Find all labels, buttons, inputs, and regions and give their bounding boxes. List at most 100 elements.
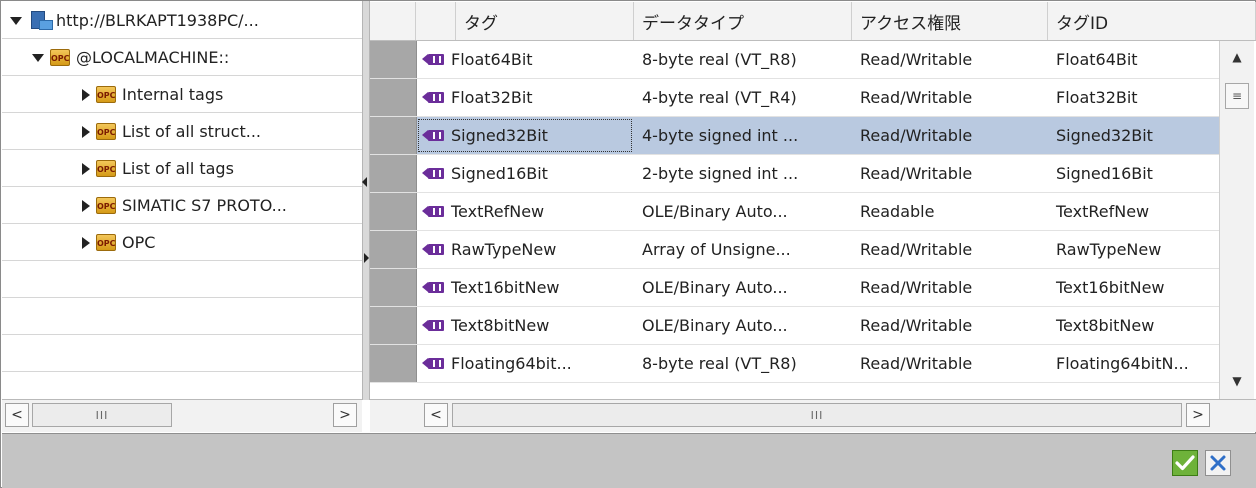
expand-arrow-icon[interactable] — [32, 53, 44, 62]
scroll-up-button[interactable]: ▲ — [1225, 45, 1249, 69]
cell-data-type[interactable]: 8-byte real (VT_R8) — [634, 41, 852, 78]
table-row[interactable]: Signed16Bit 2-byte signed int ... Read/Wri… — [370, 155, 1220, 193]
cell-data-type[interactable]: 4-byte real (VT_R4) — [634, 79, 852, 116]
cell-access[interactable]: Read/Writable — [852, 117, 1048, 154]
collapse-arrow-icon[interactable] — [82, 125, 90, 138]
scroll-right-button[interactable]: > — [333, 403, 357, 427]
cell-data-type[interactable]: OLE/Binary Auto... — [634, 269, 852, 306]
cancel-button[interactable] — [1205, 450, 1231, 476]
cell-data-type[interactable]: OLE/Binary Auto... — [634, 193, 852, 230]
collapse-arrow-icon[interactable] — [82, 88, 90, 101]
cell-tag[interactable]: Signed16Bit — [416, 155, 634, 192]
tree-item-internal-tags[interactable]: OPC Internal tags — [2, 76, 362, 113]
splitter-right-arrow-icon — [364, 253, 369, 263]
tree-item-server[interactable]: http://BLRKAPT1938PC/... — [2, 2, 362, 39]
cell-tag[interactable]: Float32Bit — [416, 79, 634, 116]
cell-tag-id[interactable]: RawTypeNew — [1048, 231, 1220, 268]
collapse-arrow-icon[interactable] — [82, 236, 90, 249]
cell-tag[interactable]: Float64Bit — [416, 41, 634, 78]
expand-arrow-icon[interactable] — [10, 16, 22, 25]
opc-folder-icon: OPC — [50, 49, 70, 66]
tree-item-list-of-all-struct[interactable]: OPC List of all struct... — [2, 113, 362, 150]
cell-tag-id[interactable]: Floating64bitN... — [1048, 345, 1220, 382]
tree-empty-row — [2, 298, 362, 335]
cell-data-type[interactable]: 4-byte signed int ... — [634, 117, 852, 154]
scroll-thumb[interactable]: III — [452, 403, 1182, 427]
cell-tag-id[interactable]: Text8bitNew — [1048, 307, 1220, 344]
tree-item-simatic-s7[interactable]: OPC SIMATIC S7 PROTO... — [2, 187, 362, 224]
table-row[interactable]: Text16bitNew OLE/Binary Auto... Read/Writa… — [370, 269, 1220, 307]
tag-icon — [422, 242, 444, 257]
column-header-tag[interactable]: タグ — [456, 2, 634, 40]
table-row[interactable]: Float32Bit 4-byte real (VT_R4) Read/Writab… — [370, 79, 1220, 117]
cell-tag[interactable]: Floating64bit... — [416, 345, 634, 382]
cell-tag[interactable]: TextRefNew — [416, 193, 634, 230]
cell-tag-id[interactable]: Float64Bit — [1048, 41, 1220, 78]
tree-item-label: @LOCALMACHINE:: — [76, 48, 230, 67]
row-header[interactable] — [370, 79, 417, 116]
row-header[interactable] — [370, 231, 417, 268]
column-header-data-type[interactable]: データタイプ — [634, 2, 852, 40]
cell-data-type-text: 8-byte real (VT_R8) — [642, 50, 797, 69]
tree-item-localmachine[interactable]: OPC @LOCALMACHINE:: — [2, 39, 362, 76]
cell-access[interactable]: Read/Writable — [852, 155, 1048, 192]
table-row[interactable]: Float64Bit 8-byte real (VT_R8) Read/Writab… — [370, 41, 1220, 79]
row-header[interactable] — [370, 193, 417, 230]
tree-horizontal-scrollbar[interactable]: < III > — [2, 399, 362, 432]
column-header-tag-id[interactable]: タグID — [1048, 2, 1256, 40]
row-header[interactable] — [370, 345, 417, 382]
collapse-arrow-icon[interactable] — [82, 162, 90, 175]
tree-item-list-of-all-tags[interactable]: OPC List of all tags — [2, 150, 362, 187]
row-header[interactable] — [370, 117, 417, 154]
tree-empty-row — [2, 335, 362, 372]
table-row[interactable]: Signed32Bit 4-byte signed int ... Read/Wri… — [370, 117, 1220, 155]
scroll-right-button[interactable]: > — [1186, 403, 1210, 427]
tree-item-opc[interactable]: OPC OPC — [2, 224, 362, 261]
column-header-access[interactable]: アクセス権限 — [852, 2, 1048, 40]
cell-tag[interactable]: Text8bitNew — [416, 307, 634, 344]
scroll-down-button[interactable]: ▼ — [1225, 369, 1249, 393]
table-vertical-scrollbar[interactable]: ▲ ≡ ▼ — [1219, 41, 1254, 399]
cell-access[interactable]: Read/Writable — [852, 307, 1048, 344]
cell-access[interactable]: Read/Writable — [852, 269, 1048, 306]
scroll-thumb[interactable]: III — [32, 403, 172, 427]
cell-tag-id[interactable]: Text16bitNew — [1048, 269, 1220, 306]
cell-access[interactable]: Readable — [852, 193, 1048, 230]
scroll-left-button[interactable]: < — [5, 403, 29, 427]
cell-tag-text: Floating64bit... — [451, 354, 572, 373]
ok-button[interactable] — [1172, 450, 1198, 476]
table-row[interactable]: TextRefNew OLE/Binary Auto... Readable Text… — [370, 193, 1220, 231]
cell-data-type[interactable]: Array of Unsigne... — [634, 231, 852, 268]
table-row[interactable]: RawTypeNew Array of Unsigne... Read/Writab… — [370, 231, 1220, 269]
cell-access[interactable]: Read/Writable — [852, 41, 1048, 78]
cell-data-type[interactable]: 2-byte signed int ... — [634, 155, 852, 192]
row-header[interactable] — [370, 307, 417, 344]
cell-data-type[interactable]: 8-byte real (VT_R8) — [634, 345, 852, 382]
cell-tag-id[interactable]: TextRefNew — [1048, 193, 1220, 230]
row-header[interactable] — [370, 41, 417, 78]
tree-item-label: List of all tags — [122, 159, 234, 178]
cell-tag-id-text: Signed32Bit — [1056, 126, 1153, 145]
cell-tag-id[interactable]: Float32Bit — [1048, 79, 1220, 116]
cell-access[interactable]: Read/Writable — [852, 345, 1048, 382]
row-header[interactable] — [370, 269, 417, 306]
cell-tag[interactable]: Text16bitNew — [416, 269, 634, 306]
collapse-arrow-icon[interactable] — [82, 199, 90, 212]
tag-icon — [422, 356, 444, 371]
cell-access-text: Readable — [860, 202, 935, 221]
cell-tag[interactable]: Signed32Bit — [416, 117, 634, 154]
cell-access[interactable]: Read/Writable — [852, 231, 1048, 268]
cell-data-type[interactable]: OLE/Binary Auto... — [634, 307, 852, 344]
cell-access[interactable]: Read/Writable — [852, 79, 1048, 116]
tree-item-label: List of all struct... — [122, 122, 261, 141]
row-header[interactable] — [370, 155, 417, 192]
table-row[interactable]: Text8bitNew OLE/Binary Auto... Read/Writab… — [370, 307, 1220, 345]
cell-tag[interactable]: RawTypeNew — [416, 231, 634, 268]
table-horizontal-scrollbar[interactable]: < III > — [370, 399, 1256, 432]
cell-tag-id[interactable]: Signed32Bit — [1048, 117, 1220, 154]
table-row[interactable]: Floating64bit... 8-byte real (VT_R8) Read/… — [370, 345, 1220, 383]
scroll-thumb[interactable]: ≡ — [1225, 83, 1249, 109]
cell-tag-id[interactable]: Signed16Bit — [1048, 155, 1220, 192]
pane-splitter[interactable] — [362, 1, 370, 400]
scroll-left-button[interactable]: < — [424, 403, 448, 427]
